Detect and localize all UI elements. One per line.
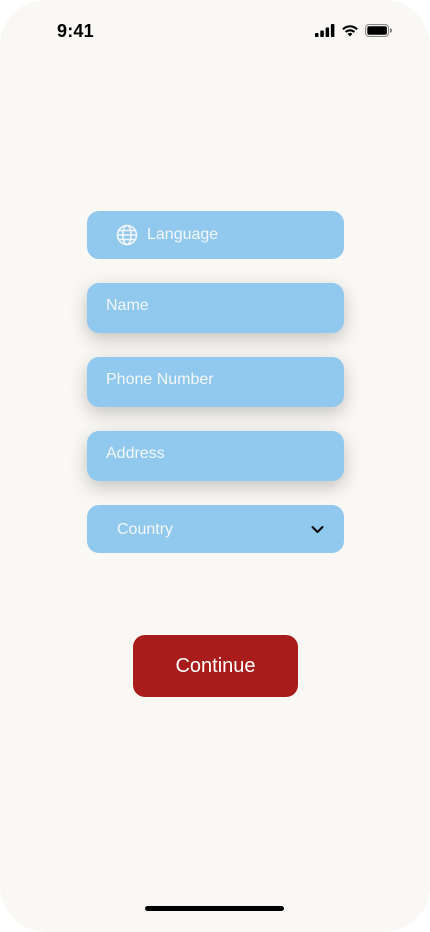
globe-icon <box>116 224 138 246</box>
phone-number-placeholder: Phone Number <box>106 371 214 388</box>
battery-icon <box>365 24 392 37</box>
country-value: Country <box>117 521 174 538</box>
country-select[interactable]: Country <box>87 505 344 553</box>
language-selector[interactable]: Language <box>87 211 344 259</box>
address-field[interactable]: Address <box>87 431 344 481</box>
address-placeholder: Address <box>106 445 165 462</box>
home-indicator[interactable] <box>145 906 284 911</box>
name-field[interactable]: Name <box>87 283 344 333</box>
cellular-signal-icon <box>315 24 335 37</box>
chevron-down-icon <box>311 525 324 534</box>
wifi-icon <box>341 24 359 37</box>
status-bar: 9:41 <box>0 0 430 64</box>
phone-screen: 9:41 Language Name Phone Number Address … <box>0 0 430 932</box>
status-icons <box>315 24 392 37</box>
continue-button[interactable]: Continue <box>133 635 298 697</box>
name-placeholder: Name <box>106 297 149 314</box>
language-label: Language <box>147 226 219 243</box>
status-time: 9:41 <box>57 21 94 41</box>
phone-number-field[interactable]: Phone Number <box>87 357 344 407</box>
